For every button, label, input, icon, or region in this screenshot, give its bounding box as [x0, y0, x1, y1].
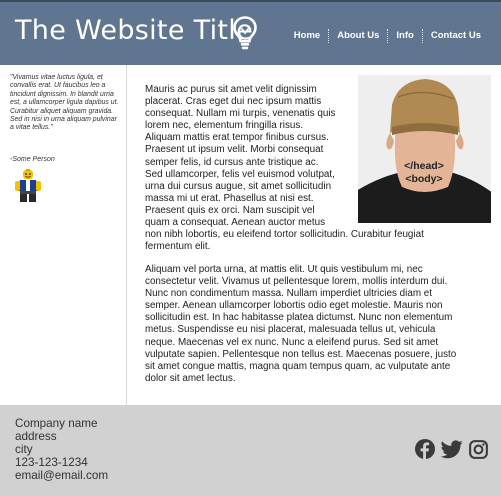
lightbulb-icon	[233, 16, 257, 50]
main-nav: Home About Us Info Contact Us	[286, 29, 489, 43]
sidebar: "Vivamus vitae luctus ligula, et convall…	[0, 65, 127, 405]
company-phone: 123-123-1234	[15, 455, 88, 469]
text-line: Nunc non condimentum massa. Nullam imper…	[145, 288, 433, 300]
text-line: Praesent ut ipsum velit. Morbi consequat	[145, 144, 324, 156]
lego-figure-icon	[15, 169, 41, 202]
sidebar-quote: "Vivamus vitae luctus ligula, et convall…	[10, 74, 119, 132]
text-line: semper felis, id cursus ante tristique a…	[145, 156, 319, 168]
text-line: massa mi ut erat. Phasellus at nisi est.	[145, 192, 314, 204]
text-line: metus. Suspendisse eu nisi placerat, mal…	[145, 324, 436, 336]
text-line: urna dui cursus augue, sit amet sollicit…	[145, 180, 332, 192]
site-title[interactable]: The Website Title	[15, 15, 253, 46]
article-paragraph-1: Mauris ac purus sit amet velit dignissim…	[145, 84, 495, 253]
text-line: placerat. Cras eget dui nec ipsum mattis	[145, 96, 322, 108]
text-line: Mauris ac purus sit amet velit dignissim	[145, 84, 317, 95]
twitter-icon[interactable]	[441, 439, 463, 459]
nav-home[interactable]: Home	[286, 30, 328, 42]
text-line: sollicitudin est. In hac habitasse plate…	[145, 312, 453, 324]
text-line: dolor sit amet lectus.	[145, 372, 236, 384]
site-footer: Company name address city 123-123-1234 e…	[0, 405, 501, 496]
text-line: lorem nec, elementum fringilla risus.	[145, 120, 304, 132]
instagram-icon[interactable]	[469, 439, 488, 459]
text-line: consectetur velit. Vivamus ut pellentesq…	[145, 276, 448, 288]
contact-info: Company name address city 123-123-1234 e…	[15, 417, 108, 483]
text-line: Aliquam vel porta urna, at mattis elit. …	[145, 264, 423, 275]
text-line: vulputate sapien. Pellentesque non tellu…	[145, 348, 457, 360]
text-line: neque. Maecenas vel ex nunc. Nunc a elei…	[145, 336, 439, 348]
text-line: Sed ullamcorper, felis vel euismod volut…	[145, 168, 335, 180]
nav-info[interactable]: Info	[388, 30, 421, 42]
company-city: city	[15, 442, 33, 456]
text-line: fermentum elit.	[145, 241, 211, 253]
nav-about-us[interactable]: About Us	[329, 30, 387, 42]
quote-author: -Some Person	[10, 156, 55, 163]
site-header: The Website Title Home About Us Info Con…	[0, 0, 501, 65]
text-line: non nibh lobortis, eu eleifend tortor so…	[145, 229, 424, 241]
text-line: sit amet congue mattis, magna quam tempu…	[145, 360, 451, 372]
social-links	[415, 439, 488, 459]
company-address: address	[15, 429, 57, 443]
company-email[interactable]: email@email.com	[15, 469, 108, 483]
text-line: semper. Aenean ullamcorper lobortis odio…	[145, 300, 443, 312]
text-line: Praesent quis ex orci. Nam suscipit vel	[145, 204, 315, 216]
text-line: Aliquam mattis erat tempor finibus cursu…	[145, 132, 329, 144]
article-paragraph-2: Aliquam vel porta urna, at mattis elit. …	[145, 264, 489, 385]
company-name: Company name	[15, 417, 98, 430]
nav-contact-us[interactable]: Contact Us	[423, 30, 489, 42]
text-line: quam a consequat. Aenean auctor metus	[145, 217, 326, 229]
text-line: consequat. Nullam mi turpis, venenatis q…	[145, 108, 336, 120]
facebook-icon[interactable]	[415, 439, 435, 459]
